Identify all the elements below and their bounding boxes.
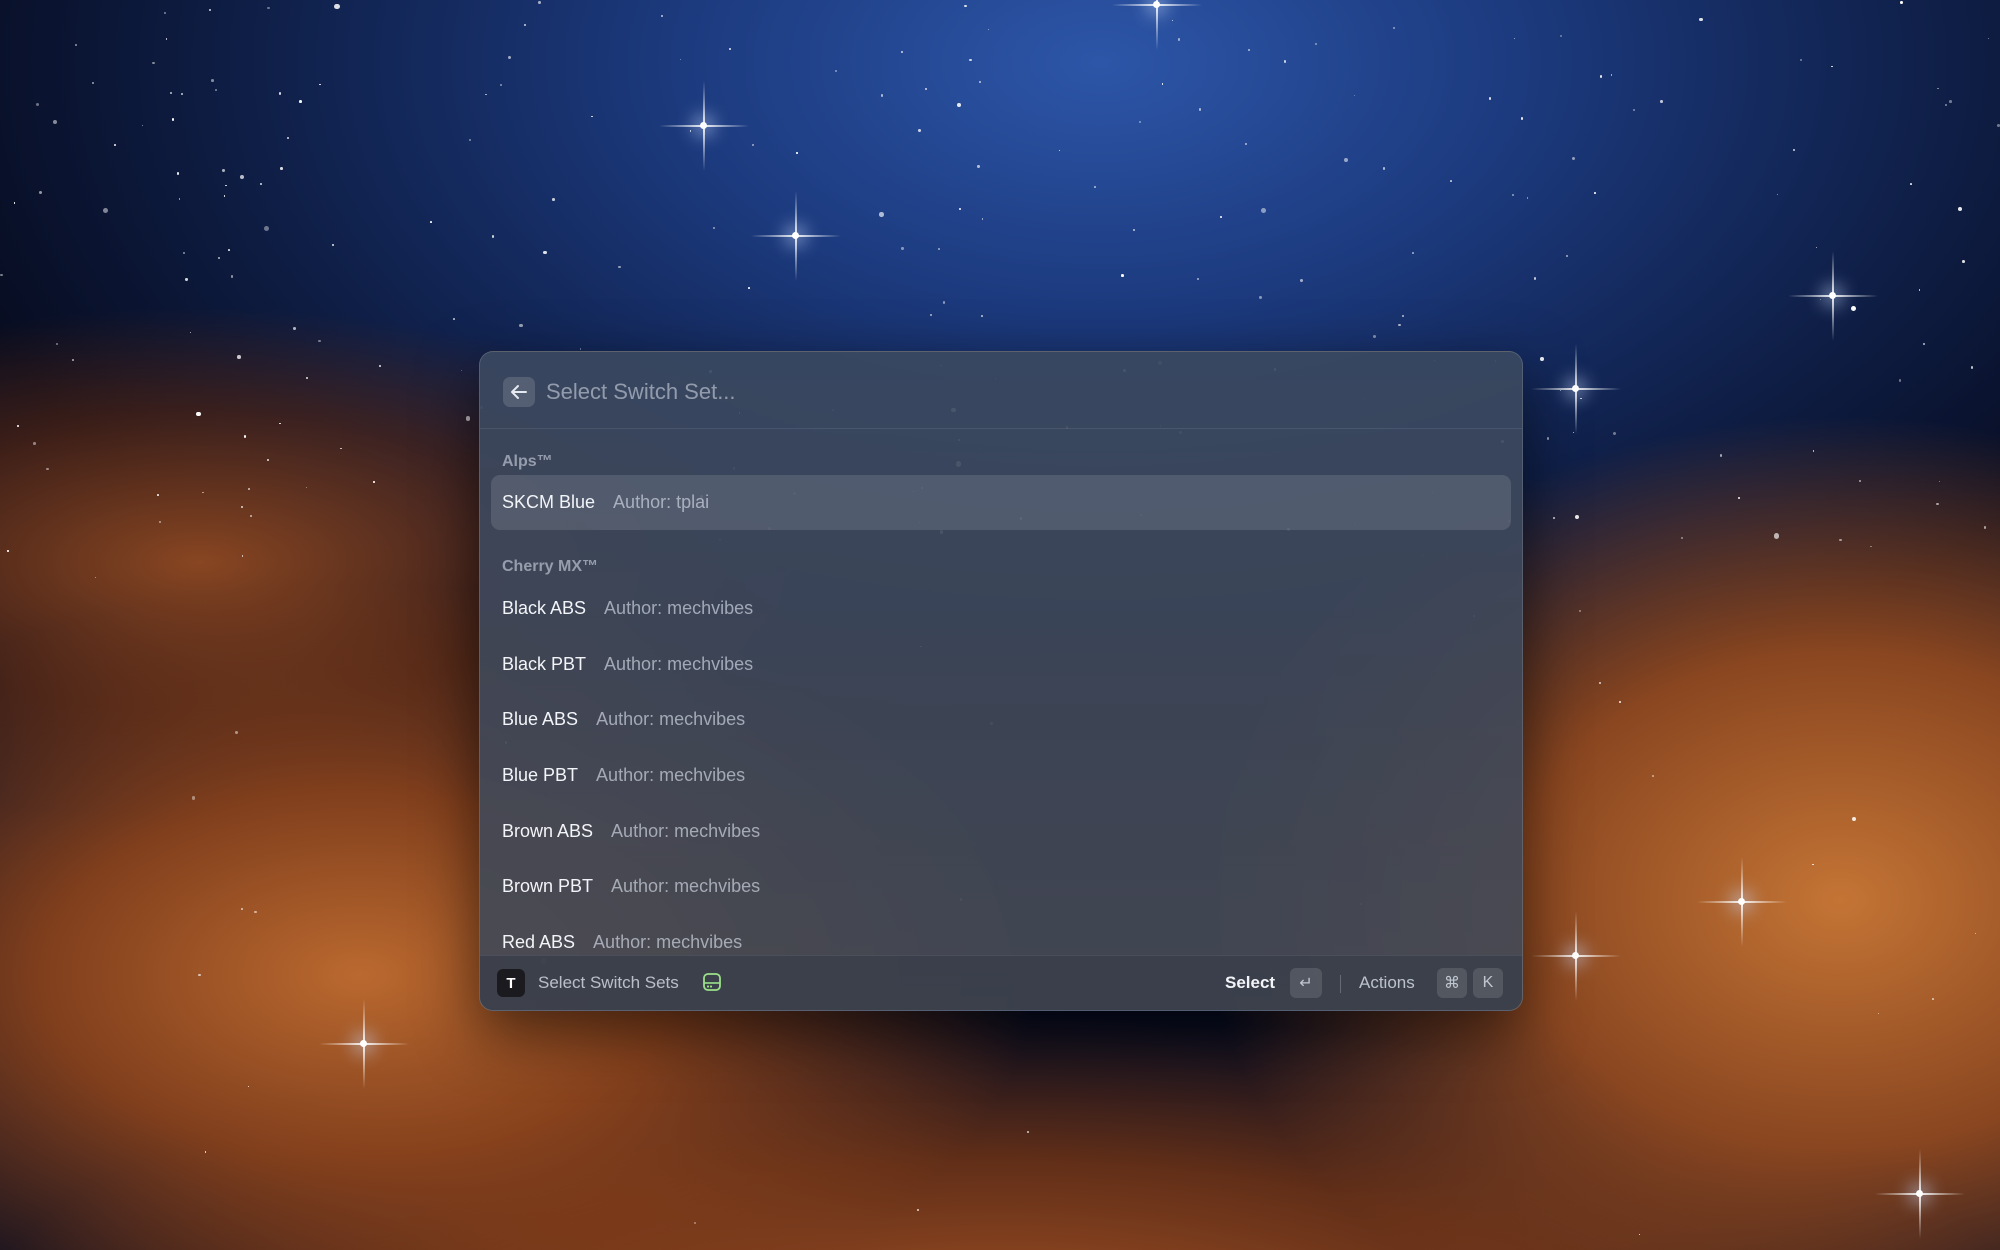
item-title: Blue PBT [502, 765, 579, 785]
item-subtitle: Author: tplai [613, 492, 710, 512]
cmd-key-hint: ⌘ [1437, 968, 1467, 998]
list-item[interactable]: Black PBT Author: mechvibes [491, 637, 1511, 692]
item-title: SKCM Blue [502, 492, 596, 512]
list-item[interactable]: SKCM Blue Author: tplai [491, 475, 1511, 530]
item-subtitle: Author: mechvibes [596, 765, 746, 785]
results-list: Alps™ SKCM Blue Author: tplai Cherry MX™… [480, 429, 1522, 957]
item-subtitle: Author: mechvibes [604, 654, 754, 674]
item-title: Brown PBT [502, 876, 594, 896]
section-header-alps: Alps™ [502, 453, 553, 470]
item-subtitle: Author: mechvibes [611, 821, 761, 841]
item-title: Black ABS [502, 598, 587, 618]
actions-button[interactable]: Actions [1359, 973, 1415, 993]
item-title: Brown ABS [502, 821, 594, 841]
k-key-hint: K [1473, 968, 1503, 998]
item-subtitle: Author: mechvibes [604, 598, 754, 618]
primary-action-button[interactable]: Select [1225, 973, 1275, 993]
item-title: Black PBT [502, 654, 587, 674]
search-input[interactable] [546, 372, 1446, 412]
list-item[interactable]: Blue ABS Author: mechvibes [491, 692, 1511, 747]
item-subtitle: Author: mechvibes [593, 932, 743, 952]
command-title: Select Switch Sets [538, 973, 679, 992]
item-title: Red ABS [502, 932, 576, 952]
action-bar: T Select Switch Sets Select ↵ Actions ⌘ … [480, 955, 1522, 1010]
enter-key-hint: ↵ [1290, 968, 1322, 998]
command-palette: Alps™ SKCM Blue Author: tplai Cherry MX™… [479, 351, 1523, 1011]
list-item[interactable]: Red ABS Author: mechvibes [491, 915, 1511, 957]
divider [1340, 975, 1341, 993]
list-item[interactable]: Brown ABS Author: mechvibes [491, 804, 1511, 859]
item-subtitle: Author: mechvibes [611, 876, 761, 896]
back-button[interactable] [503, 377, 535, 407]
list-item[interactable]: Black ABS Author: mechvibes [491, 581, 1511, 636]
search-bar [480, 352, 1522, 429]
list-item[interactable]: Brown PBT Author: mechvibes [491, 859, 1511, 914]
section-header-cherry-mx: Cherry MX™ [502, 558, 599, 575]
hard-drive-icon [703, 973, 721, 991]
arrow-left-icon [511, 385, 527, 399]
item-title: Blue ABS [502, 709, 579, 729]
list-item[interactable]: Blue PBT Author: mechvibes [491, 748, 1511, 803]
app-icon: T [497, 969, 525, 997]
item-subtitle: Author: mechvibes [596, 709, 746, 729]
